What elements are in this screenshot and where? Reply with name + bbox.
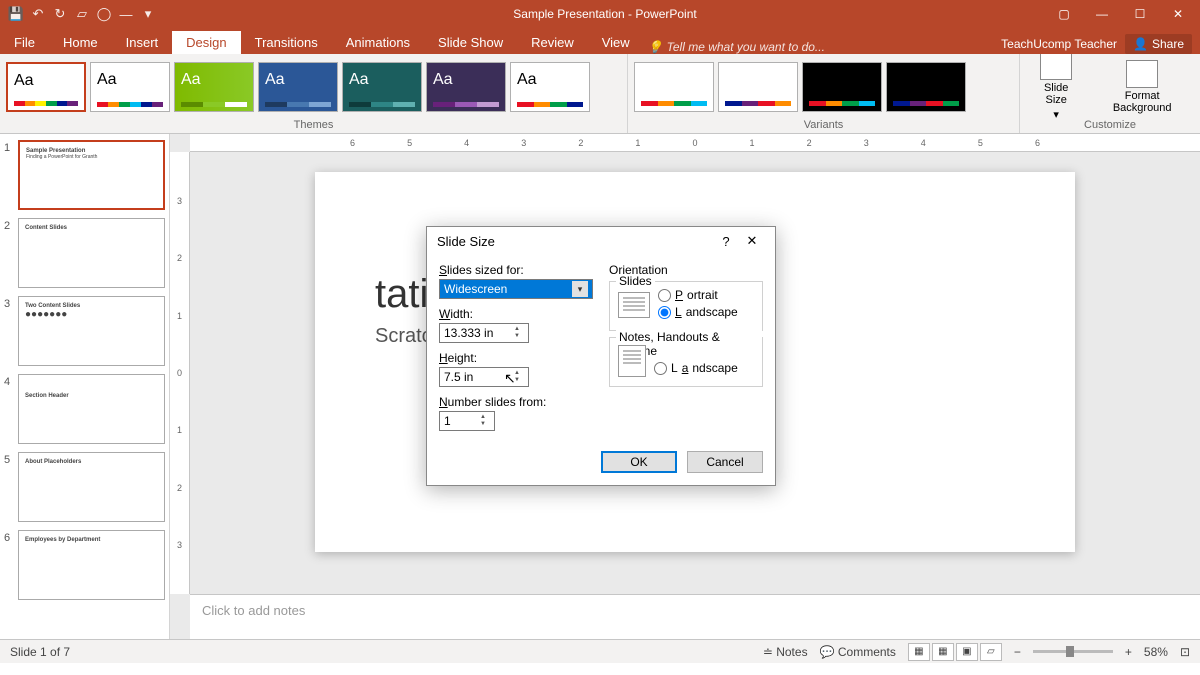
- tab-insert[interactable]: Insert: [112, 31, 173, 54]
- qat-dropdown-icon[interactable]: ▾: [140, 6, 156, 22]
- tab-file[interactable]: File: [0, 31, 49, 54]
- slide-thumb-3[interactable]: 3Two Content Slides●●●●●●●: [4, 296, 165, 366]
- number-from-input[interactable]: 1▲▼: [439, 411, 495, 431]
- tell-me[interactable]: 💡 Tell me what you want to do...: [644, 40, 825, 54]
- notes-orientation-group: Notes, Handouts & Outline Portrait Lands…: [609, 337, 763, 387]
- zoom-level[interactable]: 58%: [1144, 645, 1168, 659]
- height-input[interactable]: 7.5 in▲▼: [439, 367, 529, 387]
- horizontal-ruler: 6543210123456: [190, 134, 1200, 152]
- tab-design[interactable]: Design: [172, 31, 240, 54]
- line-icon[interactable]: ―: [118, 6, 134, 22]
- titlebar: 💾 ↶ ↻ ▱ ◯ ― ▾ Sample Presentation - Powe…: [0, 0, 1200, 28]
- sized-for-select[interactable]: Widescreen▾: [439, 279, 593, 299]
- slide-thumb-4[interactable]: 4Section Header: [4, 374, 165, 444]
- group-label-customize: Customize: [1020, 119, 1200, 133]
- tab-animations[interactable]: Animations: [332, 31, 424, 54]
- comments-button[interactable]: 💬 Comments: [820, 645, 896, 659]
- theme-thumb[interactable]: Aa: [258, 62, 338, 112]
- vertical-ruler: 3210123: [170, 152, 190, 594]
- dialog-help-icon[interactable]: ?: [713, 234, 739, 249]
- start-from-beginning-icon[interactable]: ▱: [74, 6, 90, 22]
- status-bar: Slide 1 of 7 ≐ Notes 💬 Comments ▦ ▦ ▣ ▱ …: [0, 639, 1200, 663]
- redo-icon[interactable]: ↻: [52, 6, 68, 22]
- sized-for-label: Slides sized for:: [439, 263, 593, 277]
- save-icon[interactable]: 💾: [8, 6, 24, 22]
- quick-access-toolbar: 💾 ↶ ↻ ▱ ◯ ― ▾: [0, 6, 164, 22]
- chevron-down-icon: ▾: [572, 281, 588, 297]
- slide-thumb-6[interactable]: 6Employees by Department: [4, 530, 165, 600]
- number-from-label: Number slides from:: [439, 395, 593, 409]
- slideshow-view-icon[interactable]: ▱: [980, 643, 1002, 661]
- group-label-variants: Variants: [628, 119, 1019, 133]
- notes-button[interactable]: ≐ Notes: [763, 645, 808, 659]
- zoom-out-icon[interactable]: −: [1014, 645, 1021, 659]
- theme-thumb[interactable]: Aa: [426, 62, 506, 112]
- slide-size-button[interactable]: Slide Size▾: [1026, 54, 1086, 119]
- dialog-close-icon[interactable]: ✕: [739, 233, 765, 249]
- maximize-icon[interactable]: ☐: [1122, 0, 1158, 28]
- slide-counter[interactable]: Slide 1 of 7: [10, 645, 70, 659]
- close-icon[interactable]: ✕: [1160, 0, 1196, 28]
- notes-pane[interactable]: Click to add notes: [190, 594, 1200, 639]
- variant-thumb[interactable]: [886, 62, 966, 112]
- themes-gallery[interactable]: Aa Aa Aa Aa Aa Aa Aa: [0, 54, 627, 119]
- variant-thumb[interactable]: [718, 62, 798, 112]
- normal-view-icon[interactable]: ▦: [908, 643, 930, 661]
- slide-thumb-5[interactable]: 5About Placeholders: [4, 452, 165, 522]
- slide-size-dialog: Slide Size ? ✕ Slides sized for: Widescr…: [426, 226, 776, 486]
- zoom-in-icon[interactable]: +: [1125, 645, 1132, 659]
- circle-icon[interactable]: ◯: [96, 6, 112, 22]
- tab-transitions[interactable]: Transitions: [241, 31, 332, 54]
- zoom-slider[interactable]: [1033, 650, 1113, 653]
- theme-thumb[interactable]: Aa: [342, 62, 422, 112]
- notes-landscape-radio[interactable]: Landscape: [654, 361, 738, 375]
- account-name[interactable]: TeachUcomp Teacher: [1001, 37, 1117, 51]
- share-button[interactable]: 👤 Share: [1125, 34, 1192, 54]
- ribbon-tabs: File Home Insert Design Transitions Anim…: [0, 28, 1200, 54]
- variant-thumb[interactable]: [634, 62, 714, 112]
- tab-review[interactable]: Review: [517, 31, 588, 54]
- height-label: Height:: [439, 351, 593, 365]
- tab-home[interactable]: Home: [49, 31, 112, 54]
- reading-view-icon[interactable]: ▣: [956, 643, 978, 661]
- dialog-title: Slide Size: [437, 234, 713, 249]
- theme-thumb[interactable]: Aa: [6, 62, 86, 112]
- ribbon-options-icon[interactable]: ▢: [1046, 0, 1082, 28]
- format-background-button[interactable]: Format Background: [1090, 56, 1194, 118]
- page-icon: [618, 292, 650, 318]
- theme-thumb[interactable]: Aa: [174, 62, 254, 112]
- window-title: Sample Presentation - PowerPoint: [164, 7, 1046, 21]
- tab-view[interactable]: View: [588, 31, 644, 54]
- slide-thumb-2[interactable]: 2Content Slides: [4, 218, 165, 288]
- slides-landscape-radio[interactable]: Landscape: [658, 305, 738, 319]
- undo-icon[interactable]: ↶: [30, 6, 46, 22]
- slide-thumbnails-panel[interactable]: 1Sample PresentationFinding a PowerPoint…: [0, 134, 170, 639]
- theme-thumb[interactable]: Aa: [510, 62, 590, 112]
- slide-size-icon: [1040, 54, 1072, 80]
- page-icon: [618, 345, 646, 377]
- slide-thumb-1[interactable]: 1Sample PresentationFinding a PowerPoint…: [4, 140, 165, 210]
- sorter-view-icon[interactable]: ▦: [932, 643, 954, 661]
- width-input[interactable]: 13.333 in▲▼: [439, 323, 529, 343]
- group-label-themes: Themes: [0, 119, 627, 133]
- ribbon-content: Aa Aa Aa Aa Aa Aa Aa Themes Variants Sli…: [0, 54, 1200, 134]
- slides-portrait-radio[interactable]: Portrait: [658, 288, 738, 302]
- slides-orientation-group: Slides Portrait Landscape: [609, 281, 763, 331]
- theme-thumb[interactable]: Aa: [90, 62, 170, 112]
- cancel-button[interactable]: Cancel: [687, 451, 763, 473]
- variant-thumb[interactable]: [802, 62, 882, 112]
- fit-to-window-icon[interactable]: ⊡: [1180, 645, 1190, 659]
- minimize-icon[interactable]: ―: [1084, 0, 1120, 28]
- variants-gallery[interactable]: [628, 54, 1019, 119]
- tab-slideshow[interactable]: Slide Show: [424, 31, 517, 54]
- format-background-icon: [1126, 60, 1158, 88]
- ok-button[interactable]: OK: [601, 451, 677, 473]
- width-label: Width:: [439, 307, 593, 321]
